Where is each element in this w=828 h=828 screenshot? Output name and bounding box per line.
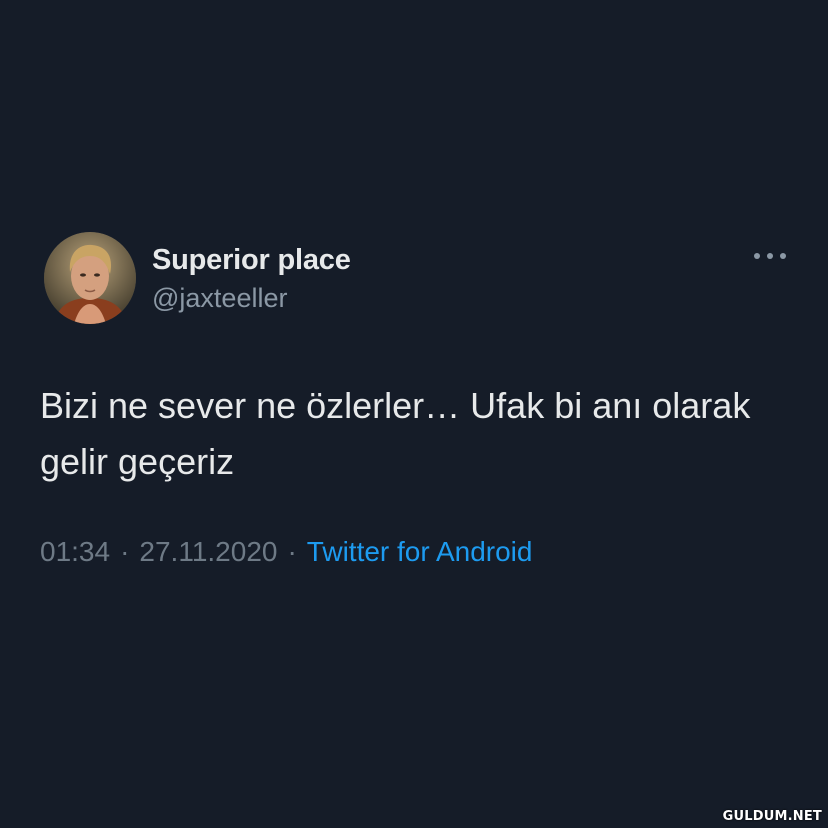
tweet-date[interactable]: 27.11.2020 [139, 536, 277, 567]
more-horizontal-icon[interactable] [754, 246, 786, 266]
meta-separator: · [287, 536, 297, 567]
meta-separator: · [120, 536, 130, 567]
tweet-card: Superior place @jaxteeller Bizi ne sever… [40, 232, 792, 567]
more-dot [767, 253, 773, 259]
tweet-time[interactable]: 01:34 [40, 536, 110, 567]
more-dot [780, 253, 786, 259]
avatar[interactable] [44, 232, 136, 324]
more-dot [754, 253, 760, 259]
display-name[interactable]: Superior place [152, 242, 351, 278]
watermark-logo: GULDUM.NET [722, 809, 822, 824]
tweet-source-link[interactable]: Twitter for Android [307, 536, 533, 567]
author-names: Superior place @jaxteeller [152, 242, 351, 316]
tweet-text: Bizi ne sever ne özlerler… Ufak bi anı o… [40, 385, 751, 482]
tweet-meta: 01:34 · 27.11.2020 · Twitter for Android [40, 534, 532, 570]
user-handle[interactable]: @jaxteeller [152, 280, 351, 316]
tweet-header: Superior place @jaxteeller [40, 232, 792, 328]
avatar-photo-icon [44, 232, 136, 324]
